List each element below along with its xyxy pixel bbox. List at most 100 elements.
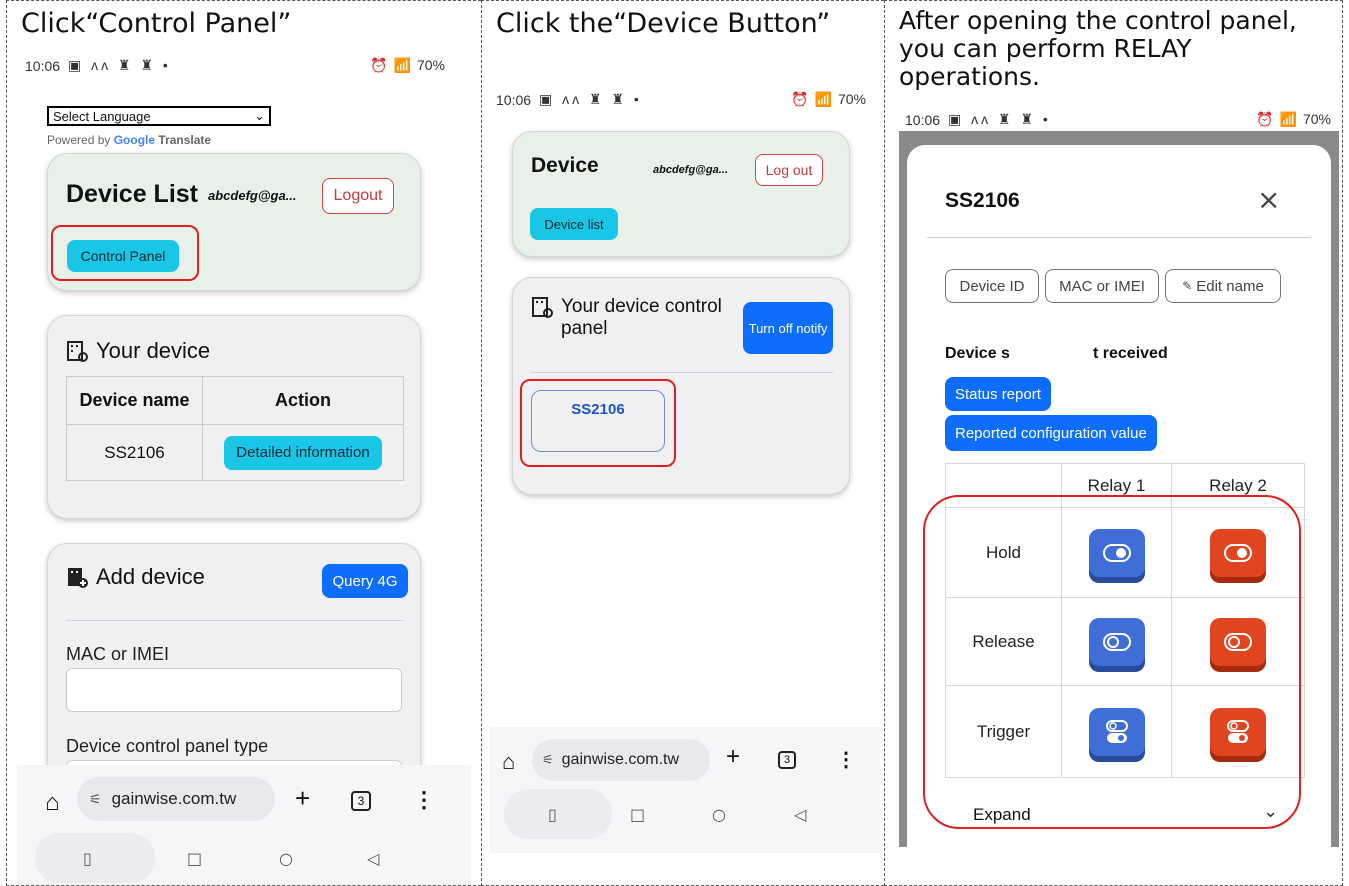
alarm-icon: ⏰: [1256, 111, 1274, 127]
add-device-heading: Add device: [66, 564, 205, 590]
panel-type-label: Device control panel type: [66, 736, 269, 756]
relay-1-header: Relay 1: [1061, 463, 1172, 508]
relay-1-release-button[interactable]: [1088, 617, 1145, 666]
device-id-button[interactable]: Device ID: [945, 269, 1039, 303]
logout-button[interactable]: Log out: [755, 154, 823, 186]
your-device-card: Your device Device name Action SS2106 Det…: [47, 315, 421, 519]
device-header-card: Device abcdefg@ga... Log out Device list: [512, 131, 850, 257]
your-device-heading: Your device: [66, 338, 210, 364]
status-bar: 10:06 ▣ ʌʌ ♜ ♜ • ⏰ 📶 70%: [496, 91, 866, 108]
device-name-cell: SS2106: [66, 424, 203, 481]
new-tab-icon[interactable]: +: [726, 743, 740, 771]
toggles-icon: [1105, 719, 1128, 743]
status-bar: 10:06 ▣ ʌʌ ♜ ♜ • ⏰ 📶 70%: [905, 111, 1331, 128]
your-device-title: Your device: [96, 338, 211, 363]
reported-config-button[interactable]: Reported configuration value: [945, 415, 1157, 451]
site-settings-icon[interactable]: ⚟: [542, 752, 554, 768]
rotate-icon[interactable]: ▯: [548, 805, 557, 824]
new-tab-icon[interactable]: +: [295, 783, 310, 814]
mac-imei-button[interactable]: MAC or IMEI: [1045, 269, 1159, 303]
relay-2-trigger-button[interactable]: [1210, 707, 1266, 756]
close-icon[interactable]: ×: [1257, 183, 1280, 216]
mac-imei-input[interactable]: [66, 668, 402, 712]
turn-off-notify-button[interactable]: Turn off notify: [743, 302, 833, 354]
table-row: Hold: [945, 507, 1305, 598]
tab-count[interactable]: 3: [778, 751, 796, 769]
relay-2-release-button[interactable]: [1210, 617, 1266, 666]
browser-toolbar: ⌂ ⚟ gainwise.com.tw + 3 ⋮ ▯ □ ○ ◁: [17, 765, 471, 885]
row-label-hold: Hold: [945, 507, 1062, 598]
tab-count[interactable]: 3: [351, 791, 371, 811]
col-device-name: Device name: [66, 376, 203, 425]
device-modal: SS2106 × Device ID MAC or IMEI ✎ Edit nam…: [907, 145, 1331, 847]
home-nav-icon[interactable]: ○: [279, 849, 293, 868]
back-icon[interactable]: ◁: [367, 849, 379, 868]
received-label: t received: [1093, 345, 1168, 362]
notification-icons: ▣ ʌʌ ♜ ♜ •: [68, 57, 171, 73]
home-icon[interactable]: ⌂: [45, 789, 60, 817]
panel-control-panel: Click“Control Panel” 10:06 ▣ ʌʌ ♜ ♜ • ⏰ 📶…: [6, 0, 481, 886]
control-panel-button[interactable]: Control Panel: [67, 240, 179, 272]
chevron-down-icon: ⌄: [254, 108, 265, 123]
add-device-title: Add device: [96, 564, 205, 589]
rotate-icon[interactable]: ▯: [83, 849, 92, 868]
translate-text: Translate: [158, 133, 212, 147]
building-add-icon: [68, 568, 88, 588]
google-logo: Google: [113, 133, 156, 147]
user-email: abcdefg@ga...: [653, 164, 728, 176]
table-row: Release: [945, 597, 1305, 686]
home-icon[interactable]: ⌂: [502, 749, 515, 775]
notification-icons: ▣ ʌʌ ♜ ♜ •: [539, 91, 642, 107]
edit-name-label: Edit name: [1196, 277, 1264, 295]
home-nav-icon[interactable]: ○: [712, 805, 726, 824]
panel-caption: Click the“Device Button”: [496, 8, 831, 39]
relay-1-hold-button[interactable]: [1088, 528, 1145, 577]
language-select[interactable]: Select Language ⌄: [47, 106, 271, 126]
nav-pill: [35, 833, 155, 883]
device-status-label: Device s: [945, 345, 1010, 362]
expand-label[interactable]: Expand: [973, 805, 1031, 825]
page-title: Device List: [66, 180, 199, 208]
corner-cell: [945, 463, 1062, 508]
relay-1-trigger-button[interactable]: [1088, 707, 1145, 756]
modal-title: SS2106: [945, 189, 1020, 212]
language-select-value: Select Language: [53, 108, 151, 124]
detailed-information-button[interactable]: Detailed information: [224, 435, 382, 470]
control-title: Your device control panel: [561, 296, 722, 339]
edit-name-button[interactable]: ✎ Edit name: [1165, 269, 1281, 303]
alarm-icon: ⏰: [370, 57, 388, 73]
table-row: SS2106 Detailed information: [66, 424, 404, 481]
logout-button[interactable]: Logout: [322, 178, 394, 214]
toggle-off-icon: [1224, 632, 1252, 651]
panel-caption: After opening the control panel, you can…: [899, 6, 1297, 91]
recents-icon[interactable]: □: [630, 805, 645, 824]
panel-device-button: Click the“Device Button” 10:06 ▣ ʌʌ ♜ ♜ …: [481, 0, 884, 886]
device-list-button[interactable]: Device list: [530, 208, 618, 240]
status-time: 10:06: [905, 111, 941, 128]
google-translate-credit: Powered by Google Translate: [47, 133, 211, 147]
user-email: abcdefg@ga...: [208, 188, 297, 203]
edit-icon: ✎: [1182, 279, 1193, 293]
relay-2-header: Relay 2: [1171, 463, 1305, 508]
toggles-icon: [1227, 719, 1249, 743]
address-bar[interactable]: ⚟ gainwise.com.tw: [77, 777, 275, 821]
device-ss2106-button[interactable]: SS2106: [531, 390, 665, 452]
relay-grid: Relay 1 Relay 2 Hold Release Trigger: [945, 463, 1305, 778]
site-settings-icon[interactable]: ⚟: [89, 791, 102, 808]
status-report-button[interactable]: Status report: [945, 377, 1051, 411]
status-time: 10:06: [496, 91, 532, 108]
menu-icon[interactable]: ⋮: [836, 747, 856, 772]
address-bar[interactable]: ⚟ gainwise.com.tw: [532, 739, 710, 781]
battery-level: 70%: [837, 91, 866, 107]
status-time: 10:06: [25, 57, 61, 74]
query-4g-button[interactable]: Query 4G: [322, 564, 408, 598]
recents-icon[interactable]: □: [187, 849, 202, 868]
menu-icon[interactable]: ⋮: [413, 787, 435, 813]
relay-2-hold-button[interactable]: [1210, 528, 1266, 577]
battery-level: 70%: [1302, 111, 1331, 127]
chevron-down-icon[interactable]: ⌄: [1263, 801, 1278, 822]
device-control-card: Your device control panel Turn off notif…: [512, 277, 850, 495]
back-icon[interactable]: ◁: [794, 805, 806, 824]
signal-icon: 📶: [393, 57, 411, 73]
signal-icon: 📶: [814, 91, 832, 107]
